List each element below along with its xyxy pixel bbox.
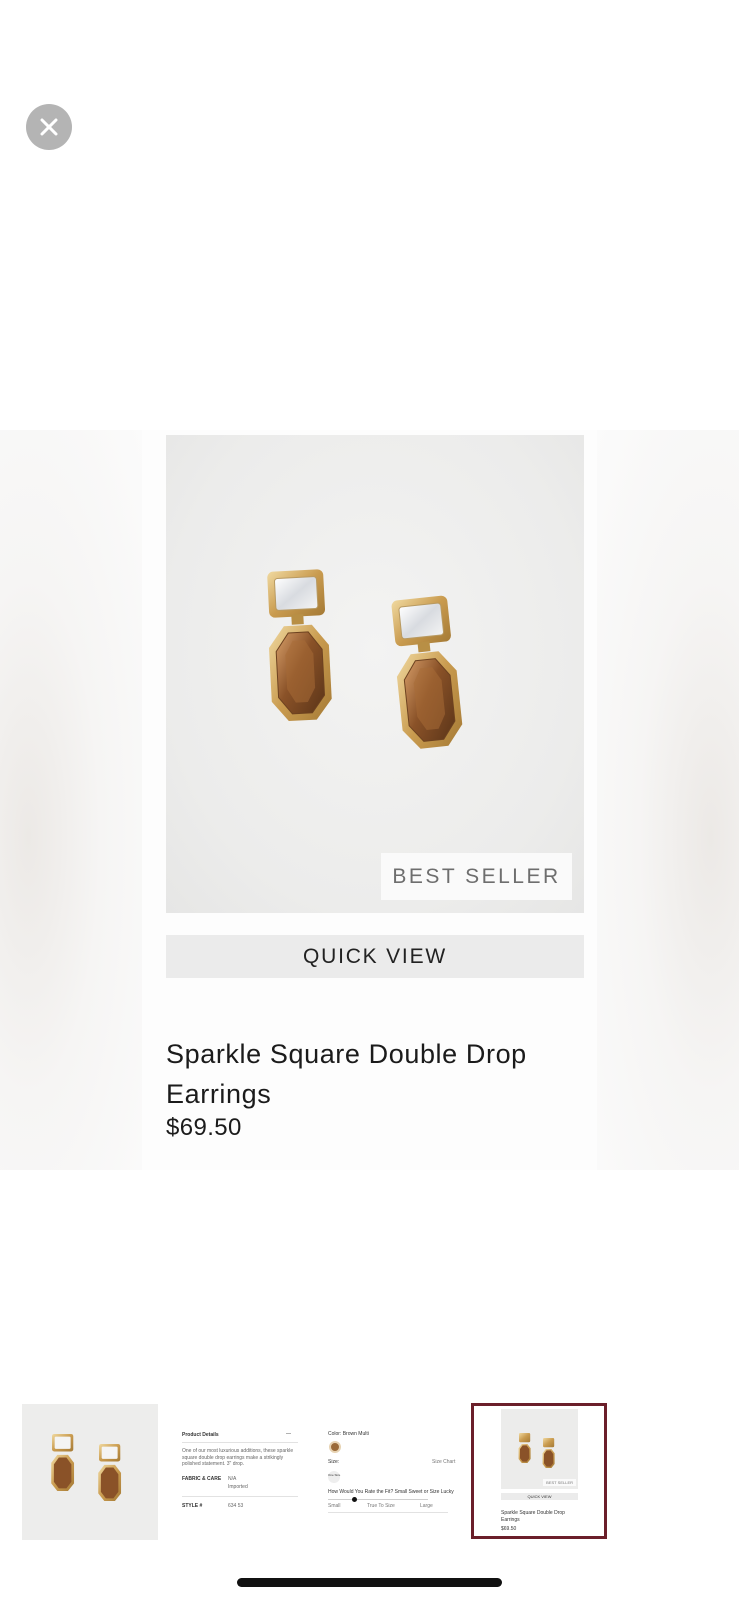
earrings-thumbnail-image bbox=[51, 1434, 122, 1501]
mini-fit-true: True To Size bbox=[367, 1503, 395, 1509]
product-carousel[interactable]: BEST SELLER QUICK VIEW Sparkle Square Do… bbox=[0, 430, 739, 1170]
mini-quick-view: QUICK VIEW bbox=[501, 1493, 578, 1500]
earrings-image bbox=[267, 569, 463, 749]
previous-card-peek[interactable] bbox=[0, 430, 142, 1170]
mini-color-label: Color: Brown Multi bbox=[328, 1431, 369, 1437]
right-earring bbox=[391, 595, 463, 749]
mini-fit-small: Small bbox=[328, 1503, 341, 1509]
mini-style-value: 634 53 bbox=[228, 1503, 244, 1509]
mini-size-label: Size: bbox=[328, 1459, 340, 1465]
product-card: BEST SELLER QUICK VIEW Sparkle Square Do… bbox=[142, 430, 597, 1170]
mini-size-chart: Size Chart bbox=[432, 1459, 456, 1465]
thumbnail-strip: Product Details — One of our most luxuri… bbox=[0, 1403, 739, 1540]
mini-best-seller-badge: BEST SELLER bbox=[543, 1478, 576, 1486]
mini-size-option: One Size bbox=[328, 1471, 340, 1483]
thumbnail-product-options[interactable]: Color: Brown Multi Size: Size Chart One … bbox=[322, 1404, 458, 1540]
product-image[interactable]: BEST SELLER bbox=[166, 435, 584, 913]
mini-card-image: BEST SELLER bbox=[501, 1409, 578, 1489]
mini-fit-text: How Would You Rate the Fit? Small Sweet … bbox=[328, 1489, 454, 1495]
thumbnail-product-details[interactable]: Product Details — One of our most luxuri… bbox=[172, 1404, 308, 1540]
mini-details-description: One of our most luxurious additions, the… bbox=[182, 1448, 294, 1467]
mini-collapse-icon: — bbox=[286, 1431, 291, 1437]
product-title[interactable]: Sparkle Square Double Drop Earrings bbox=[166, 1034, 581, 1114]
thumbnail-product-card-selected[interactable]: BEST SELLER QUICK VIEW Sparkle Square Do… bbox=[471, 1403, 607, 1539]
mini-fabric-label: FABRIC & CARE bbox=[182, 1476, 222, 1482]
next-card-peek[interactable] bbox=[597, 430, 739, 1170]
mini-fabric-value-2: Imported bbox=[228, 1484, 248, 1490]
mini-earrings-image bbox=[518, 1433, 555, 1468]
close-icon bbox=[40, 118, 58, 136]
best-seller-badge: BEST SELLER bbox=[381, 853, 572, 900]
thumbnail-product-photo[interactable] bbox=[22, 1404, 158, 1540]
mini-details-heading: Product Details bbox=[182, 1432, 219, 1438]
mini-card-price: $69.50 bbox=[501, 1526, 517, 1532]
mini-fit-large: Large bbox=[420, 1503, 433, 1509]
mini-style-label: STYLE # bbox=[182, 1503, 203, 1509]
mini-color-swatch bbox=[329, 1441, 341, 1453]
quick-view-button[interactable]: QUICK VIEW bbox=[166, 935, 584, 978]
mini-fabric-value-1: N/A bbox=[228, 1476, 237, 1482]
mini-card-title: Sparkle Square Double Drop Earrings bbox=[501, 1510, 565, 1523]
left-earring bbox=[267, 569, 332, 722]
close-button[interactable] bbox=[26, 104, 72, 150]
home-indicator[interactable] bbox=[237, 1578, 502, 1587]
product-price: $69.50 bbox=[166, 1114, 242, 1141]
mini-fit-marker bbox=[352, 1497, 357, 1502]
